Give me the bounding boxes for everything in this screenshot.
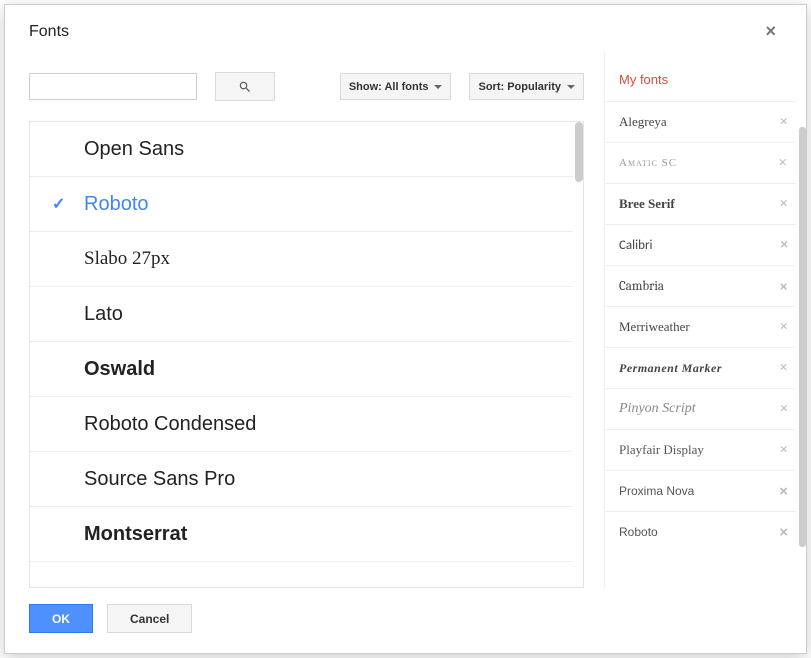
remove-font-icon[interactable]: ×	[779, 483, 788, 500]
dialog-header: Fonts ×	[5, 5, 806, 52]
font-row-label: Source Sans Pro	[84, 468, 235, 491]
font-row[interactable]: ✓ Roboto	[30, 177, 573, 232]
my-font-row[interactable]: Amatic SC ×	[605, 142, 796, 183]
search-input[interactable]	[29, 73, 197, 100]
my-font-row[interactable]: Permanent Marker ×	[605, 347, 796, 388]
search-button[interactable]	[215, 72, 275, 101]
cancel-button-label: Cancel	[130, 612, 169, 626]
font-row[interactable]: Slabo 27px	[30, 232, 573, 287]
my-font-label: Playfair Display	[619, 442, 704, 458]
left-column: Show: All fonts Sort: Popularity Open Sa…	[29, 52, 604, 588]
chevron-down-icon	[434, 85, 442, 89]
font-row-label: Montserrat	[84, 523, 187, 546]
remove-font-icon[interactable]: ×	[778, 155, 788, 172]
remove-font-icon[interactable]: ×	[779, 401, 788, 418]
my-font-label: Bree Serif	[619, 196, 675, 212]
font-row[interactable]: Oswald	[30, 342, 573, 397]
remove-font-icon[interactable]: ×	[779, 319, 788, 336]
dialog-body: Show: All fonts Sort: Popularity Open Sa…	[5, 52, 806, 588]
my-font-label: Amatic SC	[619, 157, 677, 169]
my-font-label: Pinyon Script	[619, 401, 696, 417]
sort-filter-label: Sort: Popularity	[478, 81, 561, 93]
font-row-label: Slabo 27px	[84, 248, 170, 270]
sort-filter-dropdown[interactable]: Sort: Popularity	[469, 73, 584, 100]
toolbar: Show: All fonts Sort: Popularity	[29, 72, 584, 101]
my-font-row[interactable]: Bree Serif ×	[605, 183, 796, 224]
font-row[interactable]: Open Sans	[30, 122, 573, 177]
dialog-footer: OK Cancel	[5, 588, 806, 653]
my-font-row[interactable]: Playfair Display ×	[605, 429, 796, 470]
font-row-label: Open Sans	[84, 138, 184, 161]
font-row-label: Roboto	[84, 193, 149, 216]
my-font-label: Proxima Nova	[619, 484, 694, 498]
my-font-row[interactable]: Alegreya ×	[605, 101, 796, 142]
dialog-title: Fonts	[29, 23, 69, 41]
my-font-label: Calibri	[619, 238, 652, 253]
my-font-row[interactable]: Calibri ×	[605, 224, 796, 265]
font-row[interactable]: Montserrat	[30, 507, 573, 562]
my-font-row[interactable]: Proxima Nova ×	[605, 470, 796, 511]
my-font-label: Roboto	[619, 525, 658, 539]
font-row[interactable]: Source Sans Pro	[30, 452, 573, 507]
my-font-label: Alegreya	[619, 114, 667, 130]
font-row[interactable]: Lato	[30, 287, 573, 342]
remove-font-icon[interactable]: ×	[779, 360, 788, 377]
my-font-label: Permanent Marker	[619, 361, 722, 376]
font-list[interactable]: Open Sans ✓ Roboto Slabo 27px Lato Oswald Robo…	[29, 121, 584, 588]
my-fonts-title: My fonts	[605, 72, 796, 101]
my-font-row[interactable]: Merriweather ×	[605, 306, 796, 347]
font-row[interactable]: Roboto Condensed	[30, 397, 573, 452]
my-font-row[interactable]: Pinyon Script ×	[605, 388, 796, 429]
font-row-label: Oswald	[84, 358, 155, 381]
chevron-down-icon	[567, 85, 575, 89]
remove-font-icon[interactable]: ×	[781, 236, 788, 254]
my-font-row[interactable]: Roboto ×	[605, 511, 796, 552]
show-filter-label: Show: All fonts	[349, 81, 429, 93]
remove-font-icon[interactable]: ×	[779, 277, 788, 295]
remove-font-icon[interactable]: ×	[779, 524, 788, 541]
remove-font-icon[interactable]: ×	[779, 196, 788, 213]
search-icon	[238, 80, 252, 94]
ok-button[interactable]: OK	[29, 604, 93, 633]
close-icon[interactable]: ×	[759, 19, 782, 44]
font-row-label: Roboto Condensed	[84, 413, 256, 436]
remove-font-icon[interactable]: ×	[779, 114, 788, 131]
ok-button-label: OK	[52, 612, 70, 626]
right-column: My fonts Alegreya×Amatic SC×Bree Serif×C…	[604, 52, 796, 588]
font-list-scrollbar[interactable]	[575, 122, 583, 182]
show-filter-dropdown[interactable]: Show: All fonts	[340, 73, 452, 100]
my-font-row[interactable]: Cambria ×	[605, 265, 796, 306]
my-font-label: Cambria	[619, 279, 664, 294]
font-row-label: Lato	[84, 303, 123, 326]
fonts-dialog: Fonts × Show: All fonts Sort: Popularity	[4, 4, 807, 654]
my-font-label: Merriweather	[619, 319, 690, 335]
dialog-scrollbar[interactable]	[799, 127, 806, 547]
my-fonts-list[interactable]: Alegreya×Amatic SC×Bree Serif×Calibri×Ca…	[605, 101, 796, 588]
cancel-button[interactable]: Cancel	[107, 604, 192, 633]
check-icon: ✓	[52, 194, 65, 214]
remove-font-icon[interactable]: ×	[779, 442, 788, 459]
